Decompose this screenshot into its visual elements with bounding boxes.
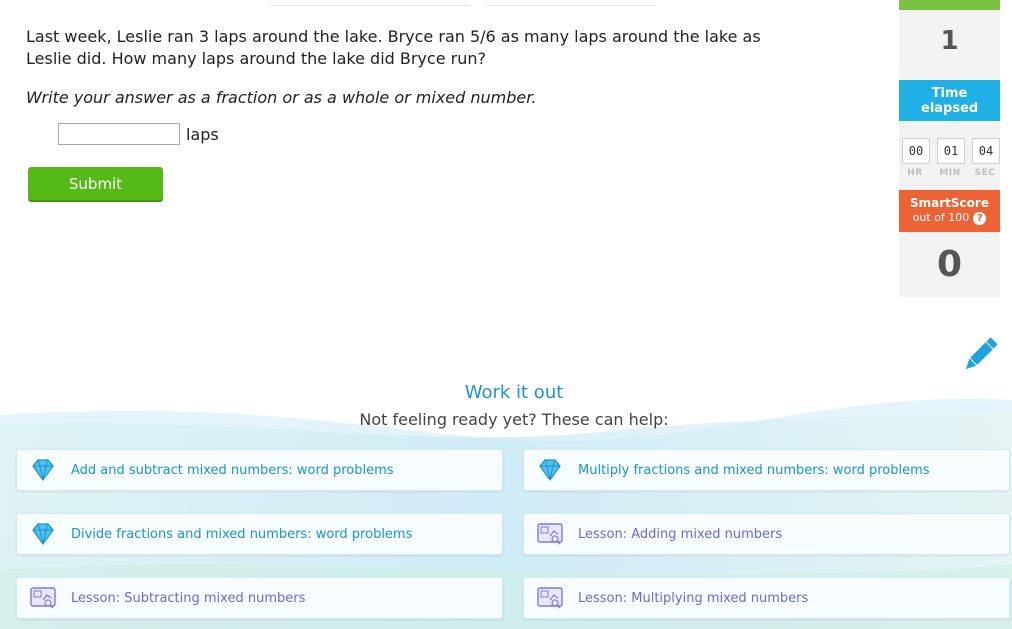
help-card-label: Lesson: Subtracting mixed numbers [71,590,306,606]
smartscore-subtitle-text: out of 100 [912,211,970,224]
diamond-icon [32,459,54,482]
help-card-label: Divide fractions and mixed numbers: word… [71,526,413,542]
timer: 00 HR 01 MIN 04 SEC [902,138,1000,178]
timer-minutes-label: MIN [939,168,961,178]
timer-minutes: 01 MIN [937,138,965,178]
help-card-divide[interactable]: Divide fractions and mixed numbers: word… [16,513,503,555]
timer-minutes-value: 01 [937,138,965,164]
help-card-label: Add and subtract mixed numbers: word pro… [71,462,394,478]
smartscore-subtitle: out of 100? [899,211,1000,225]
help-icon[interactable]: ? [973,211,987,225]
work-it-out-subtitle: Not feeling ready yet? These can help: [359,410,669,429]
answered-count: 1 [940,26,959,56]
help-card-lesson-multiplying[interactable]: Lesson: Multiplying mixed numbers [523,577,1010,619]
question-instruction: Write your answer as a fraction or as a … [26,88,537,107]
help-card-lesson-subtracting[interactable]: Lesson: Subtracting mixed numbers [16,577,503,619]
lesson-icon [537,523,563,545]
submit-button[interactable]: Submit [28,167,163,200]
answer-input[interactable] [58,123,180,145]
smartscore-header: SmartScore out of 100? [899,190,1000,232]
timer-hours-value: 00 [902,138,930,164]
work-it-out-title: Work it out [464,382,564,403]
timer-seconds-label: SEC [974,168,996,178]
lesson-icon [537,587,563,609]
top-divider-left [270,5,470,6]
question-block: Last week, Leslie ran 3 laps around the … [26,26,826,107]
timer-seconds: 04 SEC [972,138,1000,178]
help-card-label: Lesson: Adding mixed numbers [578,526,783,542]
smartscore-value: 0 [936,244,963,285]
answer-row: laps [58,123,219,145]
answered-header [899,0,1000,10]
answer-unit: laps [186,124,219,144]
time-elapsed-label: Time elapsed [921,85,979,116]
timer-hours: 00 HR [902,138,930,178]
help-card-label: Multiply fractions and mixed numbers: wo… [578,462,930,478]
diamond-icon [539,459,561,482]
diamond-icon [32,523,54,546]
help-card-multiply[interactable]: Multiply fractions and mixed numbers: wo… [523,449,1010,491]
timer-seconds-value: 04 [972,138,1000,164]
timer-hours-label: HR [907,168,923,178]
lesson-icon [30,587,56,609]
question-text: Last week, Leslie ran 3 laps around the … [26,27,761,68]
smartscore-title: SmartScore [910,196,989,210]
help-card-label: Lesson: Multiplying mixed numbers [578,590,809,606]
help-card-add-subtract[interactable]: Add and subtract mixed numbers: word pro… [16,449,503,491]
score-sidebar: 1 Time elapsed 00 HR 01 MIN 04 SEC Smart… [899,0,1000,297]
top-divider-right [486,5,656,6]
help-card-lesson-adding[interactable]: Lesson: Adding mixed numbers [523,513,1010,555]
time-elapsed-header: Time elapsed [899,80,1000,121]
